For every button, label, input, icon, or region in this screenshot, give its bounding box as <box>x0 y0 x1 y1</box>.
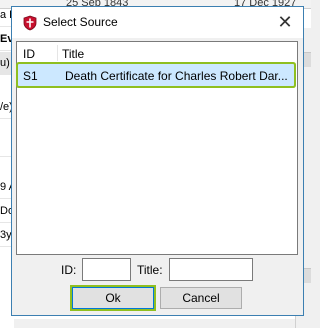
column-header-title[interactable]: Title <box>62 47 84 61</box>
id-filter-label: ID: <box>61 263 77 277</box>
column-header-id[interactable]: ID <box>23 47 35 61</box>
title-filter-input[interactable] <box>169 258 253 281</box>
row-title: Death Certificate for Charles Robert Dar… <box>65 69 288 83</box>
list-item[interactable]: S1 Death Certificate for Charles Robert … <box>18 64 294 86</box>
column-divider <box>57 45 58 61</box>
select-source-dialog: Select Source ✕ ID Title S1 Death Certif… <box>11 6 304 316</box>
dialog-title: Select Source <box>43 15 118 29</box>
close-icon[interactable]: ✕ <box>273 11 297 33</box>
source-list[interactable]: ID Title S1 Death Certificate for Charle… <box>16 41 298 255</box>
dialog-titlebar[interactable]: Select Source ✕ <box>12 7 303 38</box>
id-filter-input[interactable] <box>82 258 131 281</box>
cancel-button[interactable]: Cancel <box>160 287 242 309</box>
title-filter-label: Title: <box>137 263 163 277</box>
row-id: S1 <box>23 69 38 83</box>
shield-icon <box>22 15 38 31</box>
list-header: ID Title <box>17 42 297 64</box>
ok-button[interactable]: Ok <box>72 287 154 309</box>
